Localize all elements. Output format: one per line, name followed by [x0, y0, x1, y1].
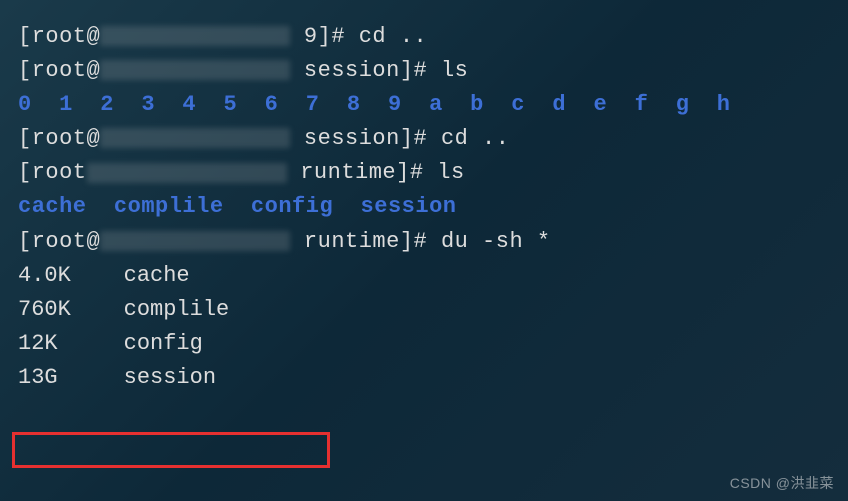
prompt-dir: runtime]# [287, 160, 438, 185]
prompt-dir: 9]# [290, 24, 359, 49]
du-name: cache [124, 263, 190, 288]
command-text: cd .. [441, 126, 510, 151]
blurred-host [100, 128, 290, 148]
command-text: ls [437, 160, 464, 185]
prompt-dir: session]# [290, 126, 441, 151]
prompt-dir: runtime]# [290, 229, 441, 254]
du-row: 13G session [18, 361, 830, 395]
prompt-text: [root@ [18, 229, 100, 254]
blurred-host [100, 231, 290, 251]
du-output: 4.0K cache760K complile12K config13G ses… [18, 259, 830, 395]
command-text: ls [441, 58, 468, 83]
du-size: 13G [18, 365, 124, 390]
prompt-dir: session]# [290, 58, 441, 83]
du-row: 4.0K cache [18, 259, 830, 293]
ls-output-runtime: cache complile config session [18, 190, 830, 224]
terminal-line-7: [root@ runtime]# du -sh * [18, 225, 830, 259]
blurred-host [100, 60, 290, 80]
du-size: 760K [18, 297, 124, 322]
blurred-host [100, 26, 290, 46]
directory-list: cache complile config session [18, 194, 456, 219]
watermark-text: CSDN @洪韭菜 [730, 473, 834, 495]
blurred-host [87, 163, 287, 183]
terminal-line-5: [root runtime]# ls [18, 156, 830, 190]
prompt-text: [root@ [18, 58, 100, 83]
ls-output-hex: 0 1 2 3 4 5 6 7 8 9 a b c d e f g h [18, 88, 830, 122]
du-name: complile [124, 297, 230, 322]
command-text: cd .. [359, 24, 428, 49]
du-size: 12K [18, 331, 124, 356]
terminal-line-2: [root@ session]# ls [18, 54, 830, 88]
terminal-line-1: [root@ 9]# cd .. [18, 20, 830, 54]
prompt-text: [root@ [18, 24, 100, 49]
highlight-rectangle [12, 432, 330, 468]
du-name: session [124, 365, 216, 390]
command-text: du -sh * [441, 229, 551, 254]
directory-list: 0 1 2 3 4 5 6 7 8 9 a b c d e f g h [18, 92, 731, 117]
du-row: 12K config [18, 327, 830, 361]
terminal-line-4: [root@ session]# cd .. [18, 122, 830, 156]
du-size: 4.0K [18, 263, 124, 288]
du-row: 760K complile [18, 293, 830, 327]
prompt-text: [root@ [18, 126, 100, 151]
du-name: config [124, 331, 203, 356]
prompt-text: [root [18, 160, 87, 185]
